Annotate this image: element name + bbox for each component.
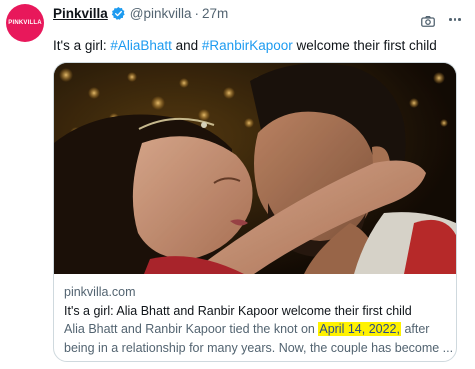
tweet-text-suffix: welcome their first child	[292, 38, 437, 53]
highlighted-date: April 14, 2022,	[318, 322, 401, 336]
card-description-line-2: being in a relationship for many years. …	[64, 340, 454, 355]
separator-dot: ·	[194, 5, 200, 21]
card-description: Alia Bhatt and Ranbir Kapoor tied the kn…	[64, 320, 454, 357]
tweet-text-middle: and	[171, 38, 202, 53]
author-name[interactable]: Pinkvilla	[53, 6, 108, 21]
card-desc-part2: after	[400, 322, 430, 336]
card-description-line-1: Alia Bhatt and Ranbir Kapoor tied the kn…	[64, 320, 449, 339]
camera-icon[interactable]	[421, 14, 435, 27]
card-domain[interactable]: pinkvilla.com	[64, 283, 449, 302]
hashtag-alia-bhatt[interactable]: #AliaBhatt	[110, 38, 172, 53]
author-handle[interactable]: @pinkvilla	[130, 6, 192, 21]
verified-badge-icon	[111, 6, 126, 21]
card-info: pinkvilla.com It's a girl: Alia Bhatt an…	[64, 283, 454, 357]
more-icon[interactable]	[449, 18, 461, 21]
card-desc-part1: Alia Bhatt and Ranbir Kapoor tied the kn…	[64, 322, 315, 336]
tweet-timestamp[interactable]: 27m	[202, 6, 228, 21]
avatar-logo-text: PINKVILLA	[8, 20, 42, 26]
tweet-text-prefix: It's a girl:	[53, 38, 111, 53]
tweet-header: Pinkvilla @pinkvilla · 27m	[53, 4, 228, 22]
hashtag-ranbir-kapoor[interactable]: #RanbirKapoor	[202, 38, 293, 53]
link-card[interactable]: pinkvilla.com It's a girl: Alia Bhatt an…	[53, 62, 457, 362]
avatar[interactable]: PINKVILLA	[6, 4, 44, 42]
card-title[interactable]: It's a girl: Alia Bhatt and Ranbir Kapoo…	[64, 302, 449, 321]
tweet-text: It's a girl: #AliaBhatt and #RanbirKapoo…	[53, 38, 437, 53]
card-image[interactable]	[54, 63, 456, 274]
